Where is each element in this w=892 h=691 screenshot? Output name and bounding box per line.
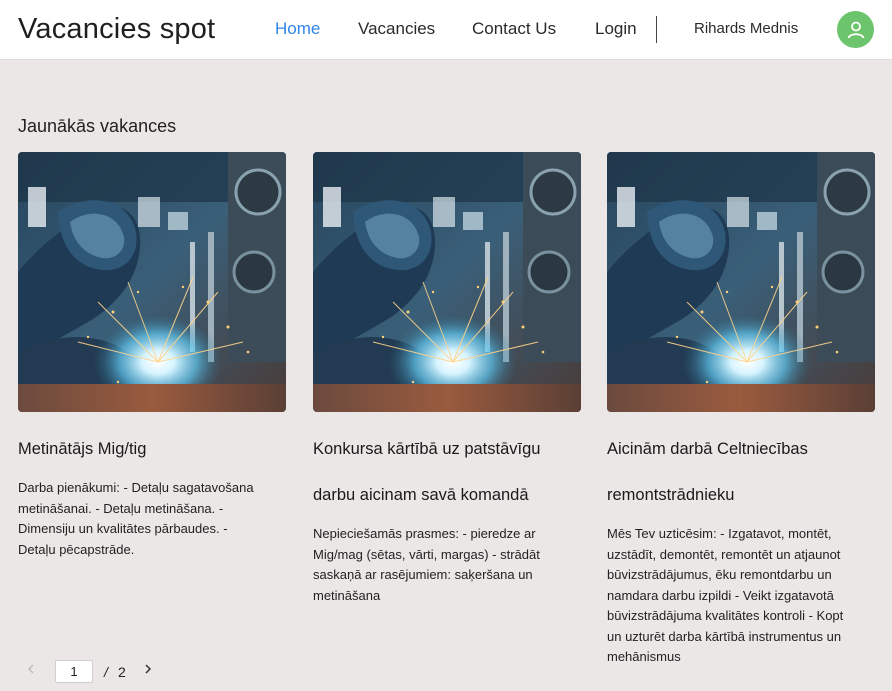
vacancy-description: Mēs Tev uzticēsim: - Izgatavot, montēt, …	[607, 526, 844, 664]
vacancy-image[interactable]	[607, 152, 875, 412]
total-pages: 2	[118, 664, 126, 680]
nav-vacancies[interactable]: Vacancies	[358, 19, 435, 39]
vacancy-title[interactable]: Konkursa kārtībā uz patstāvīgu darbu aic…	[313, 426, 581, 518]
page-separator: /	[104, 664, 108, 680]
chevron-right-icon[interactable]	[143, 662, 153, 678]
chevron-left-icon[interactable]	[26, 662, 36, 678]
vacancy-image[interactable]	[313, 152, 581, 412]
vacancy-description: Nepieciešamās prasmes: - pieredze ar Mig…	[313, 526, 540, 603]
section-title: Jaunākās vakances	[18, 116, 177, 136]
nav-contact-us[interactable]: Contact Us	[472, 19, 556, 39]
user-name[interactable]: Rihards Mednis	[694, 20, 798, 37]
top-navbar: Vacancies spot Home Vacancies Contact Us…	[0, 0, 892, 60]
nav-home[interactable]: Home	[275, 19, 320, 39]
vacancy-title[interactable]: Metinātājs Mig/tig	[18, 426, 286, 472]
nav-login[interactable]: Login	[595, 19, 637, 39]
brand-logo[interactable]: Vacancies spot	[18, 13, 215, 46]
user-icon	[847, 21, 864, 38]
vacancy-card[interactable]: Aicinām darbā Celtniecības remontstrādni…	[607, 152, 875, 668]
vacancy-card[interactable]: Metinātājs Mig/tig Darba pienākumi: - De…	[18, 152, 286, 560]
page-number-input[interactable]	[55, 660, 93, 683]
nav-divider	[656, 16, 657, 43]
vacancy-description: Darba pienākumi: - Detaļu sagatavošana m…	[18, 480, 254, 557]
vacancy-image[interactable]	[18, 152, 286, 412]
avatar[interactable]	[837, 11, 874, 48]
vacancy-card[interactable]: Konkursa kārtībā uz patstāvīgu darbu aic…	[313, 152, 581, 606]
vacancy-title[interactable]: Aicinām darbā Celtniecības remontstrādni…	[607, 426, 875, 518]
